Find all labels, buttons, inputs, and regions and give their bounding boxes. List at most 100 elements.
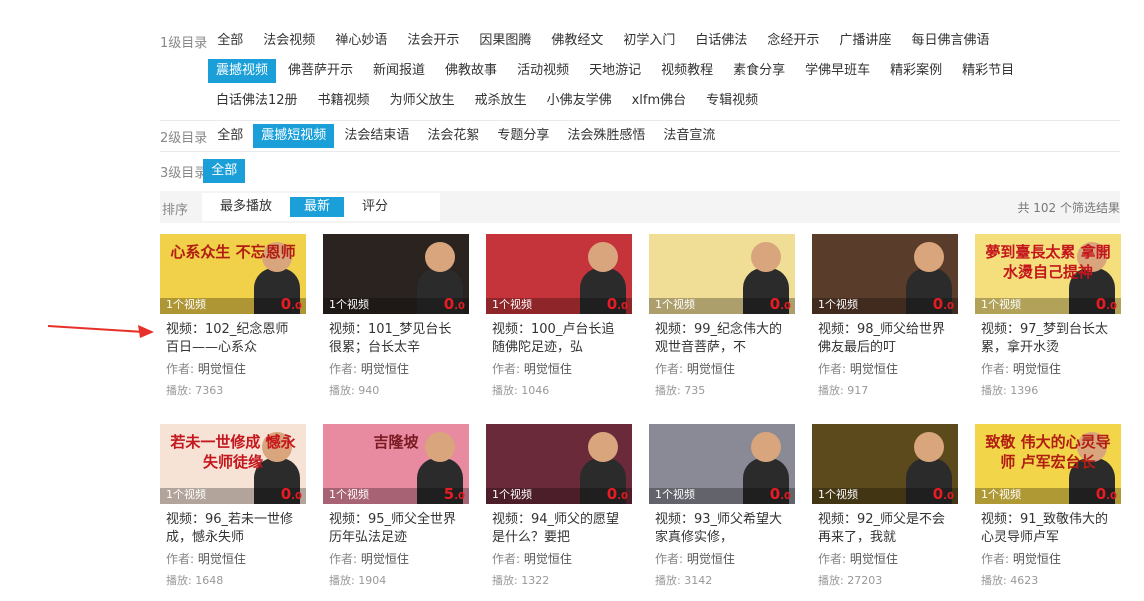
filter-level2-item[interactable]: 全部 xyxy=(209,124,251,148)
video-title[interactable]: 视频：94_师父的愿望是什么？要把 xyxy=(486,511,632,547)
filter-level1-item[interactable]: 佛教故事 xyxy=(437,59,505,83)
author-name[interactable]: 明觉恒住 xyxy=(524,362,572,376)
filter-level1-item[interactable]: 素食分享 xyxy=(725,59,793,83)
video-card[interactable]: 吉隆坡 1个视频 5.0 视频：95_师父全世界历年弘法足迹 作者: 明觉恒住 播放: 1… xyxy=(323,424,469,588)
video-card[interactable]: 1个视频 0.0 视频：94_师父的愿望是什么？要把 作者: 明觉恒住 播放: 1322 xyxy=(486,424,632,588)
filter-level1-item[interactable]: 学佛早班车 xyxy=(797,59,878,83)
video-thumbnail[interactable]: 1个视频 0.0 xyxy=(486,234,632,314)
filter-level1-item[interactable]: 全部 xyxy=(209,29,251,53)
video-thumbnail[interactable]: 1个视频 0.0 xyxy=(649,234,795,314)
filter-level1-item[interactable]: 专辑视频 xyxy=(698,89,766,113)
video-title[interactable]: 视频：102_纪念恩师百日——心系众 xyxy=(160,321,306,357)
filter-level1-item[interactable]: 精彩节目 xyxy=(954,59,1022,83)
filter-level2-item[interactable]: 专题分享 xyxy=(489,124,557,148)
filter-level1-item[interactable]: 白话佛法12册 xyxy=(208,89,306,113)
video-card[interactable]: 若未一世修成 憾永失师徒缘 1个视频 0.0 视频：96_若未一世修成，憾永失师 作者:… xyxy=(160,424,306,588)
video-card[interactable]: 致敬 伟大的心灵导师 卢军宏台长 1个视频 0.0 视频：91_致敬伟大的心灵导师卢军… xyxy=(975,424,1121,588)
author-name[interactable]: 明觉恒住 xyxy=(687,362,735,376)
video-thumbnail[interactable]: 1个视频 0.0 xyxy=(812,234,958,314)
author-name[interactable]: 明觉恒住 xyxy=(850,552,898,566)
video-title[interactable]: 视频：98_师父给世界佛友最后的叮 xyxy=(812,321,958,357)
thumbnail-caption: 若未一世修成 憾永失师徒缘 xyxy=(170,433,296,471)
play-count: 播放: 1046 xyxy=(492,384,550,397)
sort-option[interactable]: 最多播放 xyxy=(206,197,286,217)
video-card[interactable]: 1个视频 0.0 视频：99_纪念伟大的观世音菩萨，不 作者: 明觉恒住 播放: 735 xyxy=(649,234,795,398)
sort-option[interactable]: 评分 xyxy=(348,197,402,217)
rating-integer: 0 xyxy=(769,485,781,503)
filter-level1-item[interactable]: 活动视频 xyxy=(509,59,577,83)
video-title[interactable]: 视频：95_师父全世界历年弘法足迹 xyxy=(323,511,469,547)
video-title[interactable]: 视频：97_梦到台长太累，拿开水烫 xyxy=(975,321,1121,357)
author-name[interactable]: 明觉恒住 xyxy=(198,362,246,376)
video-title[interactable]: 视频：91_致敬伟大的心灵导师卢军 xyxy=(975,511,1121,547)
divider xyxy=(160,120,1120,121)
video-card[interactable]: 1个视频 0.0 视频：92_师父是不会再来了，我就 作者: 明觉恒住 播放: 2720… xyxy=(812,424,958,588)
filter-level2-item[interactable]: 震撼短视频 xyxy=(253,124,335,148)
filter-level2-item[interactable]: 法会殊胜感悟 xyxy=(559,124,653,148)
rating-score: 0.0 xyxy=(281,485,302,503)
rating-integer: 0 xyxy=(280,485,292,503)
author-name[interactable]: 明觉恒住 xyxy=(687,552,735,566)
author-name[interactable]: 明觉恒住 xyxy=(361,362,409,376)
video-title[interactable]: 视频：100_卢台长追随佛陀足迹，弘 xyxy=(486,321,632,357)
filter-level1-item[interactable]: 佛教经文 xyxy=(543,29,611,53)
filter-level1-item[interactable]: 每日佛言佛语 xyxy=(903,29,997,53)
rating-score: 5.0 xyxy=(444,485,465,503)
author-name[interactable]: 明觉恒住 xyxy=(1013,552,1061,566)
play-count: 播放: 1904 xyxy=(329,574,387,587)
level1-row-3: 白话佛法12册 书籍视频 为师父放生 戒杀放生 小佛友学佛 xlfm佛台 专辑视频 xyxy=(208,89,766,113)
filter-level1-item[interactable]: 精彩案例 xyxy=(882,59,950,83)
filter-level1-item[interactable]: 白话佛法 xyxy=(687,29,755,53)
filter-level1-item[interactable]: 新闻报道 xyxy=(365,59,433,83)
filter-level1-item[interactable]: 佛菩萨开示 xyxy=(280,59,361,83)
filter-level1-item[interactable]: 天地游记 xyxy=(581,59,649,83)
video-title[interactable]: 视频：92_师父是不会再来了，我就 xyxy=(812,511,958,547)
video-thumbnail[interactable]: 1个视频 0.0 xyxy=(486,424,632,504)
filter-level1-item[interactable]: 法会视频 xyxy=(255,29,323,53)
filter-level1-item[interactable]: 初学入门 xyxy=(615,29,683,53)
video-title[interactable]: 视频：101_梦见台长很累；台长太辛 xyxy=(323,321,469,357)
filter-level2-item[interactable]: 法音宣流 xyxy=(655,124,723,148)
rating-integer: 0 xyxy=(280,295,292,313)
author-name[interactable]: 明觉恒住 xyxy=(1013,362,1061,376)
video-thumbnail[interactable]: 致敬 伟大的心灵导师 卢军宏台长 1个视频 0.0 xyxy=(975,424,1121,504)
filter-level1-item[interactable]: 书籍视频 xyxy=(310,89,378,113)
video-title[interactable]: 视频：93_师父希望大家真修实修， xyxy=(649,511,795,547)
video-title[interactable]: 视频：96_若未一世修成，憾永失师 xyxy=(160,511,306,547)
filter-level1-item[interactable]: xlfm佛台 xyxy=(624,89,695,113)
video-thumbnail[interactable]: 1个视频 0.0 xyxy=(323,234,469,314)
video-title[interactable]: 视频：99_纪念伟大的观世音菩萨，不 xyxy=(649,321,795,357)
author-name[interactable]: 明觉恒住 xyxy=(361,552,409,566)
video-card[interactable]: 1个视频 0.0 视频：93_师父希望大家真修实修， 作者: 明觉恒住 播放: 3142 xyxy=(649,424,795,588)
filter-level1-item[interactable]: 视频教程 xyxy=(653,59,721,83)
author-name[interactable]: 明觉恒住 xyxy=(198,552,246,566)
filter-level3-item[interactable]: 全部 xyxy=(203,159,246,183)
filter-level1-item[interactable]: 法会开示 xyxy=(399,29,467,53)
video-thumbnail[interactable]: 夢到臺長太累 拿開水燙自己提神 1个视频 0.0 xyxy=(975,234,1121,314)
filter-level1-item[interactable]: 小佛友学佛 xyxy=(539,89,620,113)
filter-level1-item[interactable]: 念经开示 xyxy=(759,29,827,53)
author-name[interactable]: 明觉恒住 xyxy=(850,362,898,376)
video-card[interactable]: 1个视频 0.0 视频：101_梦见台长很累；台长太辛 作者: 明觉恒住 播放: 940 xyxy=(323,234,469,398)
author-label: 作者: xyxy=(329,362,358,376)
video-thumbnail[interactable]: 心系众生 不忘恩师 1个视频 0.0 xyxy=(160,234,306,314)
video-card[interactable]: 1个视频 0.0 视频：100_卢台长追随佛陀足迹，弘 作者: 明觉恒住 播放: 104… xyxy=(486,234,632,398)
filter-level1-item[interactable]: 因果图腾 xyxy=(471,29,539,53)
author-name[interactable]: 明觉恒住 xyxy=(524,552,572,566)
video-card[interactable]: 心系众生 不忘恩师 1个视频 0.0 视频：102_纪念恩师百日——心系众 作者: 明觉… xyxy=(160,234,306,398)
video-thumbnail[interactable]: 1个视频 0.0 xyxy=(649,424,795,504)
video-thumbnail[interactable]: 吉隆坡 1个视频 5.0 xyxy=(323,424,469,504)
video-thumbnail[interactable]: 若未一世修成 憾永失师徒缘 1个视频 0.0 xyxy=(160,424,306,504)
video-author: 作者: 明觉恒住 xyxy=(812,550,958,567)
filter-level1-item[interactable]: 为师父放生 xyxy=(382,89,463,113)
sort-option[interactable]: 最新 xyxy=(290,197,345,217)
filter-level2-item[interactable]: 法会花絮 xyxy=(419,124,487,148)
filter-level1-item[interactable]: 广播讲座 xyxy=(831,29,899,53)
video-card[interactable]: 夢到臺長太累 拿開水燙自己提神 1个视频 0.0 视频：97_梦到台长太累，拿开水烫作… xyxy=(975,234,1121,398)
filter-level1-item[interactable]: 戒杀放生 xyxy=(467,89,535,113)
filter-level1-item[interactable]: 震撼视频 xyxy=(208,59,277,83)
filter-level1-item[interactable]: 禅心妙语 xyxy=(327,29,395,53)
filter-level2-item[interactable]: 法会结束语 xyxy=(336,124,417,148)
video-card[interactable]: 1个视频 0.0 视频：98_师父给世界佛友最后的叮 作者: 明觉恒住 播放: 917 xyxy=(812,234,958,398)
video-thumbnail[interactable]: 1个视频 0.0 xyxy=(812,424,958,504)
